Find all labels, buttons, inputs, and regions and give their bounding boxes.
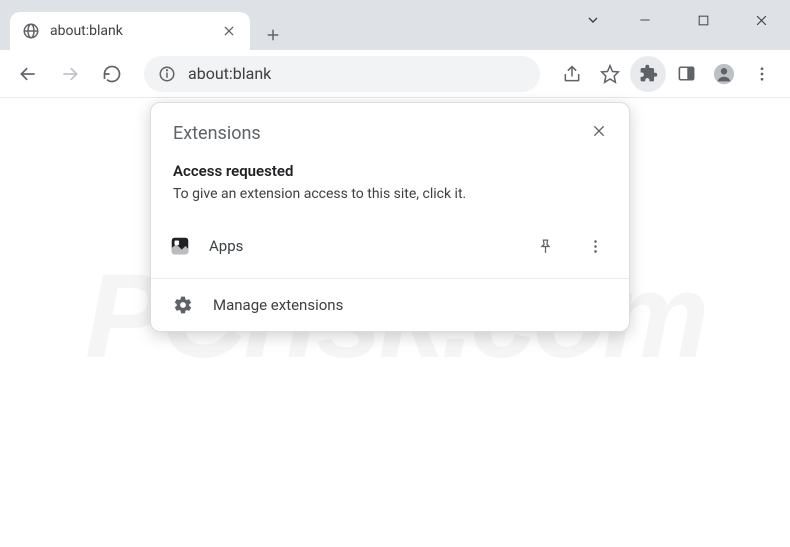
tab-title: about:blank xyxy=(50,23,210,39)
menu-icon[interactable] xyxy=(744,56,780,92)
popup-header: Extensions xyxy=(151,103,629,152)
globe-icon xyxy=(22,22,40,40)
new-tab-button[interactable] xyxy=(258,20,288,50)
titlebar: about:blank xyxy=(0,0,790,50)
profile-icon[interactable] xyxy=(706,56,742,92)
side-panel-icon[interactable] xyxy=(668,56,704,92)
extension-item[interactable]: Apps xyxy=(151,218,629,274)
tabs-area: about:blank xyxy=(0,0,288,50)
back-button[interactable] xyxy=(10,56,46,92)
forward-button[interactable] xyxy=(52,56,88,92)
site-info-icon[interactable] xyxy=(158,65,176,83)
section-description: To give an extension access to this site… xyxy=(173,186,607,202)
browser-window: about:blank xyxy=(0,0,790,547)
toolbar: about:blank xyxy=(0,50,790,98)
close-icon[interactable] xyxy=(585,117,613,145)
extensions-popup: Extensions Access requested To give an e… xyxy=(150,102,630,332)
toolbar-right xyxy=(554,56,780,92)
close-window-button[interactable] xyxy=(732,0,790,40)
access-requested-section: Access requested To give an extension ac… xyxy=(151,152,629,218)
page-content: PCrisk.com Extensions Access requested T… xyxy=(0,98,790,547)
reload-button[interactable] xyxy=(94,56,130,92)
bookmark-icon[interactable] xyxy=(592,56,628,92)
manage-extensions-button[interactable]: Manage extensions xyxy=(151,279,629,331)
share-icon[interactable] xyxy=(554,56,590,92)
minimize-button[interactable] xyxy=(616,0,674,40)
pin-icon[interactable] xyxy=(529,230,561,262)
apps-extension-icon xyxy=(169,235,191,257)
extension-name: Apps xyxy=(209,237,511,255)
tab-close-icon[interactable] xyxy=(220,22,238,40)
popup-title: Extensions xyxy=(173,123,607,144)
window-controls xyxy=(570,0,790,40)
gear-icon xyxy=(173,295,193,315)
extensions-icon[interactable] xyxy=(630,56,666,92)
more-icon[interactable] xyxy=(579,230,611,262)
address-bar[interactable]: about:blank xyxy=(144,56,540,92)
tab-search-icon[interactable] xyxy=(570,0,616,40)
address-text: about:blank xyxy=(188,64,526,83)
maximize-button[interactable] xyxy=(674,0,732,40)
manage-extensions-label: Manage extensions xyxy=(213,296,343,314)
section-title: Access requested xyxy=(173,162,607,180)
tab-active[interactable]: about:blank xyxy=(10,12,250,50)
